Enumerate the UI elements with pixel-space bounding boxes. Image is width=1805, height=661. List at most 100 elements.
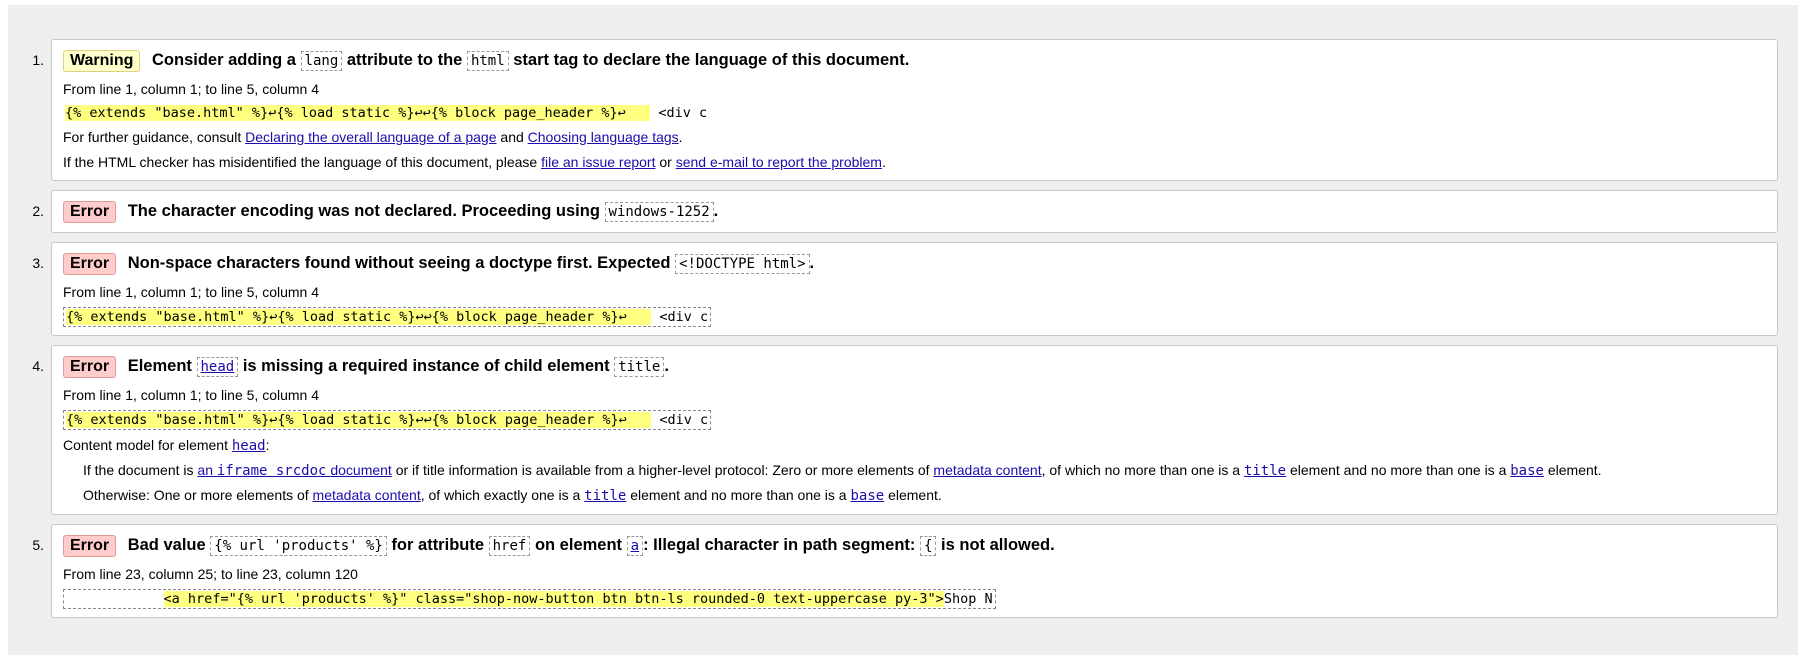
code-href: href <box>488 536 531 556</box>
rule-text: , of which exactly one is a <box>420 487 581 503</box>
link-code: iframe srcdoc <box>216 463 327 479</box>
code-title: title <box>614 357 665 377</box>
rule-text: element. <box>888 487 942 503</box>
message-number: 5. <box>32 537 44 553</box>
extract-after: <div c <box>651 309 709 325</box>
code-a: a <box>626 536 644 556</box>
rule-text: element. <box>1547 462 1602 478</box>
message-title: Error Non-space characters found without… <box>63 251 1766 276</box>
message-number: 3. <box>32 255 44 271</box>
report-text: If the HTML checker has misidentified th… <box>63 152 1766 172</box>
link-code: base <box>1510 463 1544 479</box>
message-item: 1. Warning Consider adding a lang attrib… <box>22 39 1782 181</box>
error-badge: Error <box>63 535 117 557</box>
title-text: is not allowed. <box>941 536 1055 554</box>
guidance-prefix: For further guidance, consult <box>63 129 242 145</box>
link-send-email[interactable]: send e-mail to report the problem <box>676 154 882 170</box>
source-extract: <a href="{% url 'products' %}" class="sh… <box>63 589 996 609</box>
link-code: head <box>231 438 266 454</box>
location-text: From line 1, column 1; to line 5, column… <box>63 387 320 403</box>
location-text: From line 1, column 1; to line 5, column… <box>63 284 320 300</box>
code-brace: { <box>920 536 937 556</box>
rule-text: or if title information is available fro… <box>395 462 930 478</box>
message-item: 2. Error The character encoding was not … <box>22 190 1782 233</box>
message-box-error: Error Non-space characters found without… <box>51 242 1778 336</box>
content-model-suffix: : <box>265 437 270 453</box>
title-text: Element <box>127 357 192 375</box>
extract-highlight: <a href="{% url 'products' %}" class="sh… <box>163 591 944 607</box>
title-end: . <box>664 357 669 375</box>
title-text: is missing a required instance of child … <box>242 357 610 375</box>
rule-text: , of which no more than one is a <box>1041 462 1241 478</box>
rule-text: element and no more than one is a <box>1289 462 1507 478</box>
error-badge: Error <box>63 356 117 378</box>
title-text: attribute to the <box>346 51 463 69</box>
message-number: 4. <box>32 358 44 374</box>
source-extract: {% extends "base.html" %}↩{% load static… <box>63 104 709 122</box>
rule-text: If the document is <box>83 462 194 478</box>
message-title: Error Element head is missing a required… <box>63 354 1766 379</box>
message-title: Warning Consider adding a lang attribute… <box>63 48 1766 73</box>
rule-text: element and no more than one is a <box>630 487 847 503</box>
message-box-error: Error Element head is missing a required… <box>51 345 1778 515</box>
extract-highlight: {% extends "base.html" %}↩{% load static… <box>66 309 652 325</box>
title-text: Bad value <box>127 536 206 554</box>
title-text: : Illegal character in path segment: <box>643 536 916 554</box>
message-box-error: Error Bad value {% url 'products' %} for… <box>51 524 1778 618</box>
link-base[interactable]: base <box>1510 462 1544 479</box>
message-item: 4. Error Element head is missing a requi… <box>22 345 1782 515</box>
link-choosing-tags[interactable]: Choosing language tags <box>528 129 679 145</box>
extract-after: <div c <box>651 412 709 428</box>
extract-highlight: {% extends "base.html" %}↩{% load static… <box>65 105 651 121</box>
code-url-value: {% url 'products' %} <box>210 536 387 556</box>
message-box-error: Error The character encoding was not dec… <box>51 190 1778 233</box>
link-code: title <box>584 488 627 504</box>
link-metadata-content[interactable]: metadata content <box>933 462 1041 478</box>
link-code: title <box>1243 463 1287 479</box>
extract-before <box>66 591 164 607</box>
title-text: start tag to declare the language of thi… <box>513 51 910 69</box>
link-title[interactable]: title <box>584 487 627 504</box>
extract-after: <div c <box>650 105 708 121</box>
error-badge: Error <box>63 201 117 223</box>
source-extract: {% extends "base.html" %}↩{% load static… <box>63 307 712 327</box>
code-lang: lang <box>300 51 343 71</box>
location-text: From line 1, column 1; to line 5, column… <box>63 81 320 97</box>
title-text: Non-space characters found without seein… <box>127 254 671 272</box>
title-end: . <box>809 254 815 272</box>
title-text: The character encoding was not declared.… <box>127 202 600 220</box>
message-title: Error The character encoding was not dec… <box>63 199 1766 224</box>
title-text: Consider adding a <box>152 51 296 69</box>
link-title[interactable]: title <box>1243 462 1287 479</box>
rule-text: Otherwise: One or more elements of <box>83 487 309 503</box>
report-middle: or <box>659 154 672 170</box>
link-code: base <box>850 488 885 504</box>
link-metadata-content[interactable]: metadata content <box>313 487 421 503</box>
results-panel: 1. Warning Consider adding a lang attrib… <box>8 5 1798 655</box>
content-model-text: Content model for element head: <box>63 435 1766 456</box>
link-base[interactable]: base <box>850 487 885 504</box>
code-head: head <box>196 357 239 377</box>
code-html: html <box>466 51 509 71</box>
link-declaring-language[interactable]: Declaring the overall language of a page <box>245 129 496 145</box>
warning-badge: Warning <box>63 50 141 72</box>
link-content-model-head[interactable]: head <box>231 437 266 454</box>
guidance-text: For further guidance, consult Declaring … <box>63 127 1766 147</box>
source-extract: {% extends "base.html" %}↩{% load static… <box>63 410 712 430</box>
message-item: 3. Error Non-space characters found with… <box>22 242 1782 336</box>
message-list: 1. Warning Consider adding a lang attrib… <box>22 39 1782 627</box>
link-text: document <box>330 462 392 478</box>
error-badge: Error <box>63 253 117 275</box>
title-text: on element <box>534 536 623 554</box>
message-number: 2. <box>32 203 44 219</box>
link-text: an <box>197 462 213 478</box>
guidance-suffix: . <box>678 129 683 145</box>
link-a-element[interactable]: a <box>626 536 644 556</box>
link-head-element[interactable]: head <box>196 357 239 377</box>
content-model-prefix: Content model for element <box>63 437 228 453</box>
report-prefix: If the HTML checker has misidentified th… <box>63 154 538 170</box>
link-iframe-srcdoc[interactable]: an iframe srcdoc document <box>197 462 392 479</box>
message-number: 1. <box>32 52 44 68</box>
message-item: 5. Error Bad value {% url 'products' %} … <box>22 524 1782 618</box>
link-file-issue[interactable]: file an issue report <box>541 154 655 170</box>
